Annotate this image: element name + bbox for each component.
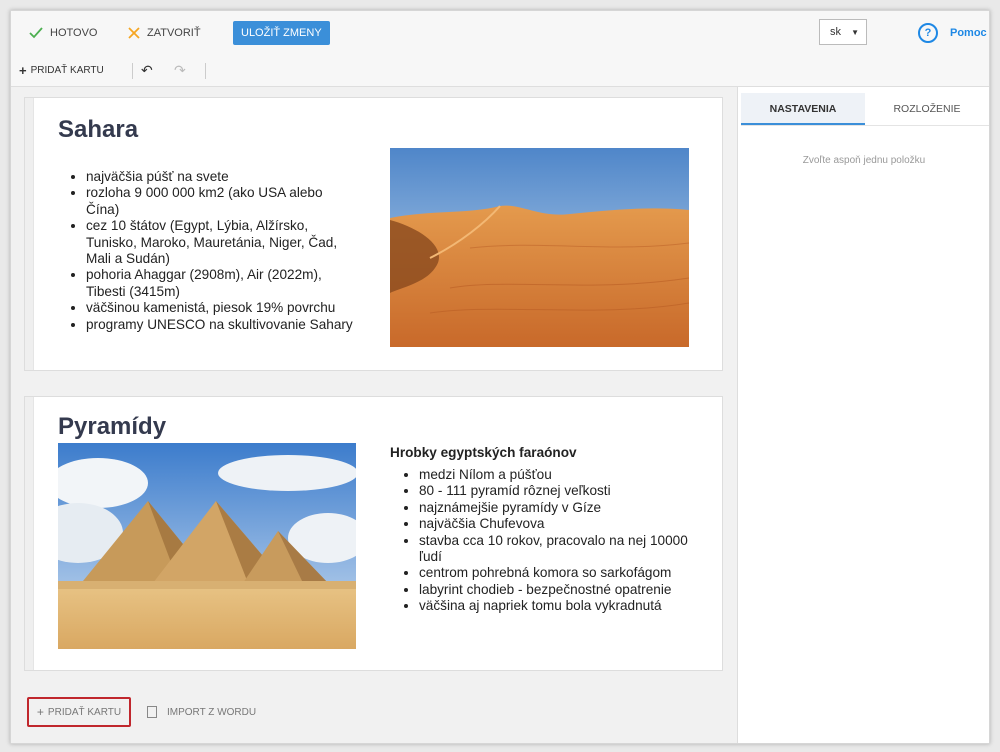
tab-layout[interactable]: ROZLOŽENIE [865, 93, 989, 125]
question-icon: ? [918, 23, 938, 43]
card-sahara[interactable]: Sahara najväčšia púšť na svete rozloha 9… [24, 97, 723, 371]
list-item: najznámejšie pyramídy v Gíze [419, 500, 699, 516]
toolbar-divider [205, 63, 206, 79]
import-from-word-button[interactable]: IMPORT Z WORDU [147, 697, 256, 727]
add-card-bottom-button[interactable]: + PRIDAŤ KARTU [27, 697, 131, 727]
list-item: programy UNESCO na skultivovanie Sahary [86, 317, 356, 333]
list-item: najväčšia púšť na svete [86, 169, 356, 185]
editor-window: HOTOVO ZATVORIŤ ULOŽIŤ ZMENY sk ▼ ? Pomo… [10, 10, 990, 744]
bottom-actions: + PRIDAŤ KARTU IMPORT Z WORDU [11, 687, 737, 743]
list-item: najväčšia Chufevova [419, 516, 699, 532]
list-item: väčšinou kamenistá, piesok 19% povrchu [86, 300, 356, 316]
plus-icon: + [36, 705, 44, 719]
edit-toolbar: + PRIDAŤ KARTU ↶ ↷ [11, 55, 989, 87]
pyramids-image[interactable] [58, 443, 356, 649]
sidebar-tabs: NASTAVENIA ROZLOŽENIE [741, 93, 989, 126]
close-icon [128, 27, 140, 39]
add-card-button[interactable]: + PRIDAŤ KARTU [19, 55, 104, 86]
help-button[interactable]: ? Pomoc [918, 23, 987, 43]
help-label: Pomoc [950, 27, 987, 39]
dropdown-arrow-icon: ▼ [851, 27, 859, 37]
list-item: rozloha 9 000 000 km2 (ako USA alebo Čín… [86, 185, 356, 218]
add-card-label: PRIDAŤ KARTU [30, 65, 104, 76]
document-icon [147, 706, 157, 718]
card-editor-area: Sahara najväčšia púšť na svete rozloha 9… [11, 87, 737, 743]
list-item: stavba cca 10 rokov, pracovalo na nej 10… [419, 533, 699, 566]
done-label: HOTOVO [50, 27, 98, 39]
list-item: medzi Nílom a púšťou [419, 467, 699, 483]
import-label: IMPORT Z WORDU [167, 706, 257, 718]
card-bullet-list[interactable]: medzi Nílom a púšťou 80 - 111 pyramíd rô… [401, 467, 699, 615]
done-button[interactable]: HOTOVO [29, 11, 97, 55]
card-drag-handle[interactable] [25, 98, 34, 370]
save-changes-button[interactable]: ULOŽIŤ ZMENY [233, 21, 330, 45]
list-item: cez 10 štátov (Egypt, Lýbia, Alžírsko, T… [86, 218, 356, 267]
card-drag-handle[interactable] [25, 397, 34, 670]
language-select[interactable]: sk ▼ [819, 19, 867, 45]
undo-icon[interactable]: ↶ [141, 62, 153, 79]
card-bullet-list[interactable]: najväčšia púšť na svete rozloha 9 000 00… [68, 169, 356, 333]
settings-sidebar: NASTAVENIA ROZLOŽENIE Zvoľte aspoň jednu… [737, 87, 989, 743]
list-item: labyrint chodieb - bezpečnostné opatreni… [419, 582, 699, 598]
card-subtitle[interactable]: Hrobky egyptských faraónov [390, 445, 577, 460]
language-value: sk [830, 26, 841, 38]
list-item: pohoria Ahaggar (2908m), Air (2022m), Ti… [86, 267, 356, 300]
add-card-label: PRIDAŤ KARTU [47, 706, 122, 718]
toolbar-divider [132, 63, 133, 79]
card-title[interactable]: Pyramídy [58, 413, 166, 441]
list-item: väčšina aj napriek tomu bola vykradnutá [419, 598, 699, 614]
check-icon [29, 27, 43, 39]
list-item: centrom pohrebná komora so sarkofágom [419, 565, 699, 581]
tab-settings[interactable]: NASTAVENIA [741, 93, 865, 125]
close-label: ZATVORIŤ [147, 27, 201, 39]
card-pyramids[interactable]: Pyramídy Hrobky egyptských faraónov • me… [24, 396, 723, 671]
list-item: 80 - 111 pyramíd rôznej veľkosti [419, 483, 699, 499]
close-button[interactable]: ZATVORIŤ [128, 11, 201, 55]
card-title[interactable]: Sahara [58, 116, 138, 144]
sahara-image[interactable] [390, 148, 689, 347]
redo-icon[interactable]: ↷ [174, 62, 186, 79]
top-bar: HOTOVO ZATVORIŤ ULOŽIŤ ZMENY sk ▼ ? Pomo… [11, 11, 989, 56]
plus-icon: + [19, 63, 27, 78]
empty-selection-hint: Zvoľte aspoň jednu položku [802, 155, 926, 166]
